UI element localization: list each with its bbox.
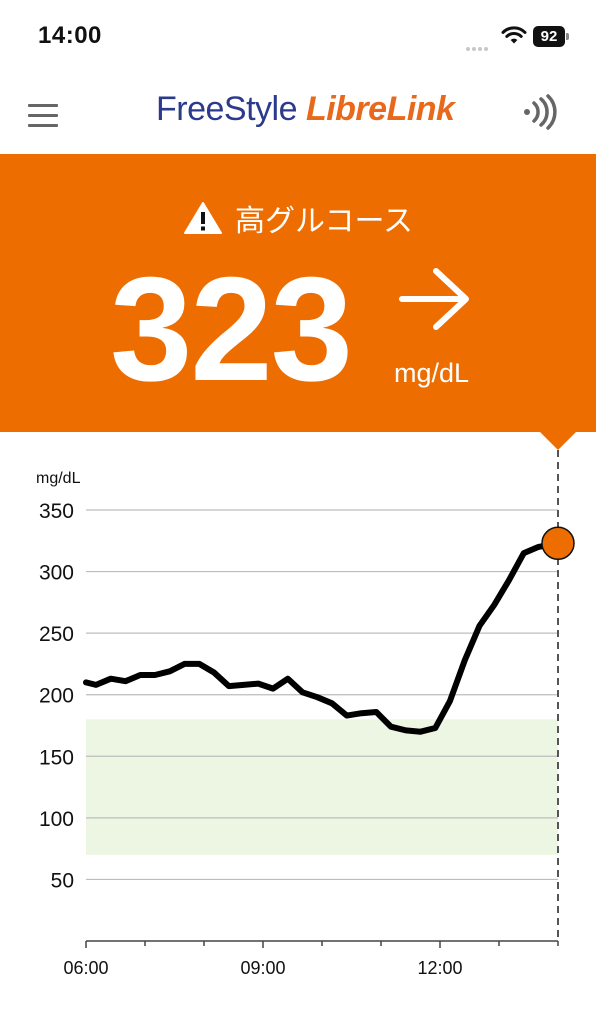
y-tick-label: 100 [39,808,74,831]
y-tick-label: 350 [39,500,74,523]
y-tick-label: 200 [39,685,74,708]
target-range-band [86,719,558,855]
battery-icon: 92 [533,26,569,47]
y-tick-label: 300 [39,562,74,585]
y-tick-label: 250 [39,623,74,646]
status-bar: 14:00 92 [0,0,596,70]
nfc-scan-icon[interactable] [520,94,560,130]
x-tick-label: 12:00 [417,958,462,978]
glucose-value: 323 [110,247,353,412]
glucose-unit: mg/dL [394,358,470,388]
x-tick-label: 09:00 [240,958,285,978]
app-header: FreeStyle LibreLink [0,70,596,154]
wifi-icon [501,26,527,44]
current-time-marker [540,432,576,450]
battery-level: 92 [533,26,565,47]
y-tick-label: 150 [39,746,74,769]
brand-name-freestyle: FreeStyle [156,90,306,128]
hamburger-menu-icon[interactable] [28,104,58,128]
status-time: 14:00 [38,22,102,49]
alert-row: 高グルコース [0,196,596,240]
current-reading-panel: 高グルコース 323 mg/dL [0,154,596,432]
alert-label: 高グルコース [235,205,413,238]
brand-name-librelink: LibreLink [305,90,455,128]
cellular-signal-icon [466,38,494,51]
arrow-right-icon [399,268,469,330]
glucose-chart-svg: 350 300 250 200 150 100 50 06:00 09:00 12:00 [39,450,575,978]
x-tick-label: 06:00 [63,958,108,978]
warning-triangle-icon [184,202,223,234]
current-reading-point [541,526,575,560]
y-tick-label: 50 [51,869,74,892]
glucose-chart: mg/dL 350 300 250 200 150 100 50 06:00 09:00 12:0… [0,450,596,1024]
app-logo: FreeStyle LibreLink [156,90,455,129]
